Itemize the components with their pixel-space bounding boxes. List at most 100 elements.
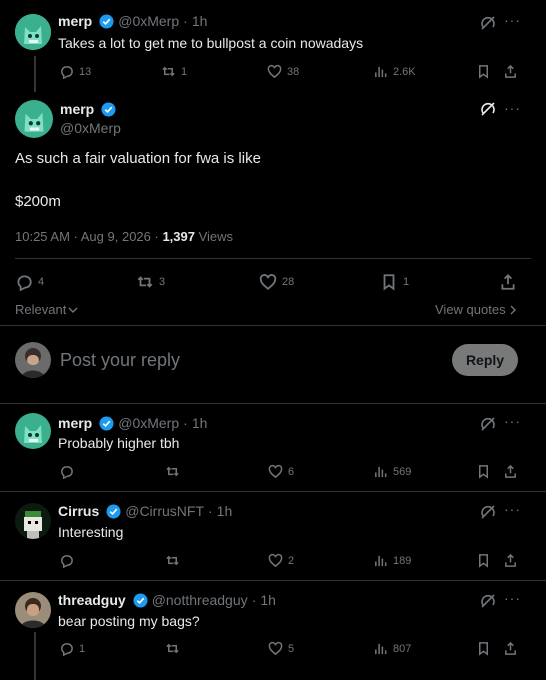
tweet-text: Interesting — [58, 524, 124, 540]
display-name[interactable]: merp — [58, 415, 92, 431]
repost-button[interactable]: 1 — [161, 64, 187, 79]
separator-dot: · — [251, 592, 257, 608]
display-name[interactable]: threadguy — [58, 592, 126, 608]
reply-input[interactable] — [60, 346, 430, 374]
like-button[interactable]: 2 — [268, 553, 294, 568]
repost-icon — [162, 66, 175, 77]
views-count: 807 — [393, 642, 412, 655]
repost-icon — [137, 276, 153, 288]
avatar[interactable] — [15, 592, 51, 628]
bookmark-icon — [383, 274, 395, 291]
thread-line — [34, 632, 36, 680]
repost-button[interactable]: 3 — [136, 273, 165, 291]
more-options-icon[interactable]: ··· — [504, 100, 521, 116]
avatar[interactable] — [15, 503, 51, 539]
avatar[interactable] — [15, 14, 51, 50]
views-label: Views — [194, 229, 234, 244]
bookmark-button[interactable] — [476, 641, 491, 656]
reply-icon — [17, 275, 32, 291]
reply-button[interactable]: Reply — [452, 344, 518, 376]
share-button[interactable] — [503, 464, 518, 479]
share-icon — [505, 553, 516, 567]
views-button[interactable]: 569 — [373, 464, 411, 479]
post-time[interactable]: 1h — [217, 503, 233, 519]
views-button[interactable]: 2.6K — [373, 64, 416, 79]
bookmark-button[interactable] — [476, 553, 491, 568]
display-name[interactable]: merp — [58, 13, 92, 29]
repost-count: 1 — [181, 65, 188, 78]
bookmark-button[interactable]: 1 — [380, 273, 409, 291]
bookmark-icon — [479, 554, 488, 568]
repost-button[interactable] — [165, 464, 185, 479]
like-button[interactable]: 5 — [268, 641, 294, 656]
views-count: 2.6K — [393, 65, 416, 78]
reply-button[interactable]: 13 — [59, 64, 91, 79]
reply-button[interactable]: 1 — [59, 641, 85, 656]
repost-button[interactable] — [165, 641, 185, 656]
reply-icon — [61, 66, 73, 79]
grok-icon[interactable] — [480, 101, 496, 117]
tweet-header: merp @0xMerp · 1h — [58, 415, 207, 431]
sort-dropdown[interactable]: Relevant — [15, 302, 78, 317]
user-handle[interactable]: @0xMerp — [118, 13, 179, 29]
user-handle[interactable]: @0xMerp — [118, 415, 179, 431]
bookmark-button[interactable] — [476, 64, 491, 79]
more-options-icon[interactable]: ··· — [504, 501, 521, 517]
verified-badge-icon — [101, 101, 116, 117]
avatar[interactable] — [15, 100, 53, 138]
post-time[interactable]: 1h — [260, 592, 276, 608]
chevron-down-icon — [68, 307, 78, 313]
grok-icon[interactable] — [480, 593, 496, 609]
grok-icon[interactable] — [480, 504, 496, 520]
repost-button[interactable] — [165, 553, 185, 568]
more-options-icon[interactable]: ··· — [504, 12, 521, 28]
like-button[interactable]: 28 — [259, 273, 294, 291]
post-time[interactable]: 1h — [192, 13, 208, 29]
reply-icon — [61, 466, 73, 479]
display-name[interactable]: Cirrus — [58, 503, 99, 519]
reply-button[interactable]: 4 — [15, 273, 44, 291]
like-button[interactable]: 6 — [268, 464, 294, 479]
views-button[interactable]: 807 — [373, 641, 411, 656]
share-button[interactable] — [503, 641, 518, 656]
share-button[interactable] — [503, 553, 518, 568]
grok-icon[interactable] — [480, 416, 496, 432]
views-count: 1,397 — [162, 229, 195, 244]
repost-icon — [166, 643, 179, 654]
bookmark-button[interactable] — [476, 464, 491, 479]
heart-icon — [259, 274, 277, 290]
like-button[interactable]: 38 — [267, 64, 299, 79]
views-icon — [375, 466, 387, 478]
views-count: 189 — [393, 554, 412, 567]
share-button[interactable] — [503, 64, 518, 79]
user-handle[interactable]: @CirrusNFT — [125, 503, 204, 519]
tweet-text-line-2: $200m — [15, 193, 61, 210]
tweet-text: bear posting my bags? — [58, 613, 200, 629]
views-icon — [375, 643, 387, 655]
sort-label: Relevant — [15, 302, 67, 317]
post-timestamp[interactable]: 10:25 AM · Aug 9, 2026 · — [15, 229, 162, 244]
verified-badge-icon — [99, 13, 114, 29]
display-name[interactable]: merp — [60, 101, 94, 117]
user-handle[interactable]: @0xMerp — [60, 120, 121, 136]
post-meta: 10:25 AM · Aug 9, 2026 · 1,397 Views — [15, 229, 233, 244]
reply-count: 13 — [79, 65, 92, 78]
repost-count: 3 — [159, 276, 166, 288]
bookmark-icon — [479, 65, 488, 79]
current-user-avatar[interactable] — [15, 342, 51, 378]
views-button[interactable]: 189 — [373, 553, 411, 568]
reply-icon — [61, 643, 73, 656]
reply-button[interactable] — [59, 464, 79, 479]
avatar[interactable] — [15, 413, 51, 449]
user-handle[interactable]: @notthreadguy — [152, 592, 248, 608]
separator-dot: · — [183, 13, 188, 29]
reply-button[interactable] — [59, 553, 79, 568]
post-time[interactable]: 1h — [192, 415, 208, 431]
divider — [0, 403, 546, 404]
more-options-icon[interactable]: ··· — [504, 590, 521, 606]
grok-icon[interactable] — [480, 15, 496, 31]
more-options-icon[interactable]: ··· — [504, 413, 521, 429]
tweet-header: merp — [60, 101, 116, 117]
view-quotes-link[interactable]: View quotes — [435, 302, 517, 317]
share-button[interactable] — [499, 273, 517, 291]
